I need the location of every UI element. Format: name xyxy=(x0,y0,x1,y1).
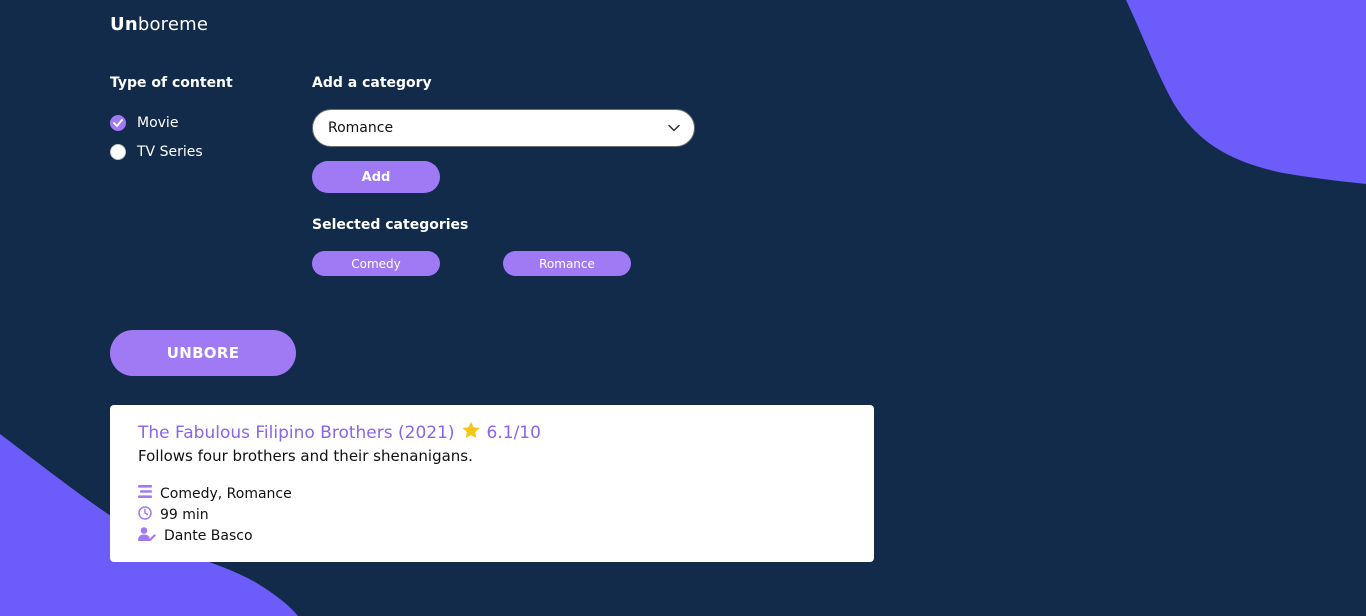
result-duration-row: 99 min xyxy=(138,506,209,524)
result-title-link[interactable]: The Fabulous Filipino Brothers (2021) 6.… xyxy=(138,421,541,445)
result-duration: 99 min xyxy=(160,507,209,523)
radio-unchecked-icon[interactable] xyxy=(110,144,126,160)
result-director-row: Dante Basco xyxy=(138,527,253,545)
radio-checked-icon[interactable] xyxy=(110,115,126,131)
app-logo[interactable]: Unboreme xyxy=(110,14,208,35)
category-select[interactable]: Romance xyxy=(312,109,695,147)
result-description: Follows four brothers and their shenanig… xyxy=(138,447,473,465)
category-select-value: Romance xyxy=(328,120,394,136)
result-genres: Comedy, Romance xyxy=(160,485,292,502)
result-title[interactable]: The Fabulous Filipino Brothers (2021) xyxy=(138,423,455,443)
add-category-button[interactable]: Add xyxy=(312,161,440,193)
logo-bold-text: Un xyxy=(110,14,138,35)
decorative-blob-top xyxy=(1126,0,1366,184)
logo-rest-text: boreme xyxy=(137,14,209,35)
content-type-heading: Type of content xyxy=(110,75,233,91)
clock-icon xyxy=(138,506,152,524)
unbore-button[interactable]: UNBORE xyxy=(110,330,296,376)
category-chip-romance[interactable]: Romance xyxy=(503,251,631,276)
result-genres-row: Comedy, Romance xyxy=(138,485,292,502)
category-chip-comedy[interactable]: Comedy xyxy=(312,251,440,276)
result-rating: 6.1/10 xyxy=(486,423,541,443)
user-edit-icon xyxy=(138,527,156,545)
result-card: The Fabulous Filipino Brothers (2021) 6.… xyxy=(110,405,874,562)
radio-tv-series[interactable]: TV Series xyxy=(110,144,203,160)
list-icon xyxy=(138,485,152,502)
add-category-heading: Add a category xyxy=(312,75,432,91)
selected-categories-heading: Selected categories xyxy=(312,217,469,233)
star-icon xyxy=(461,421,481,445)
radio-movie-label: Movie xyxy=(137,115,179,131)
chevron-down-icon xyxy=(668,120,680,136)
radio-movie[interactable]: Movie xyxy=(110,115,178,131)
radio-tv-series-label: TV Series xyxy=(137,144,203,160)
result-director: Dante Basco xyxy=(164,528,253,544)
